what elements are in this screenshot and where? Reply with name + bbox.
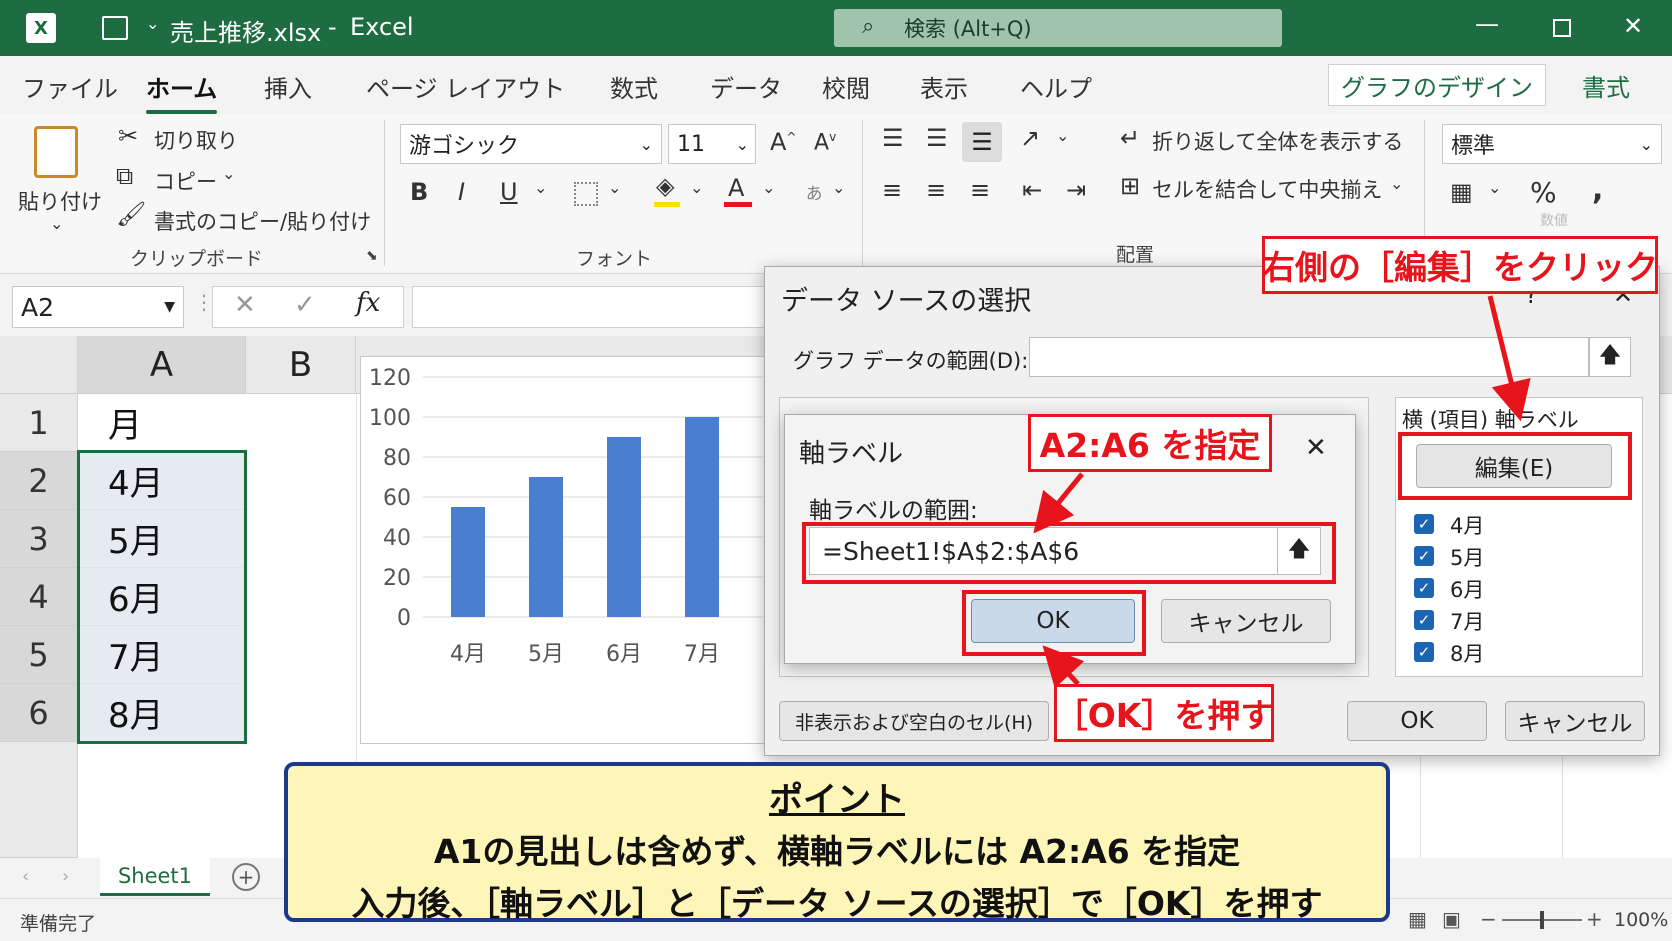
point-line2: 入力後、［軸ラベル］と［データ ソースの選択］で［OK］を押す xyxy=(351,884,1323,923)
normal-view-icon[interactable]: ▦ xyxy=(1408,907,1427,931)
add-sheet-icon[interactable]: + xyxy=(232,863,260,891)
next-sheet-icon[interactable]: › xyxy=(62,866,69,887)
page-layout-icon[interactable]: ▣ xyxy=(1442,907,1461,931)
arrow-to-edit xyxy=(1487,295,1531,422)
zoom-level[interactable]: 100% xyxy=(1614,909,1668,931)
arrow-to-ok xyxy=(1042,645,1085,689)
zoom-slider-thumb[interactable] xyxy=(1540,911,1544,929)
zoom-out-icon[interactable]: − xyxy=(1480,907,1497,931)
point-heading: ポイント xyxy=(769,780,905,820)
sheet-tab-label: Sheet1 xyxy=(117,863,193,888)
sheet-tab-sheet1[interactable]: Sheet1 xyxy=(100,858,210,896)
zoom-in-icon[interactable]: + xyxy=(1586,907,1603,931)
arrow-to-range xyxy=(1033,472,1084,534)
point-line1: A1の見出しは含めず、横軸ラベルには A2:A6 を指定 xyxy=(433,832,1241,871)
point-note: ポイント A1の見出しは含めず、横軸ラベルには A2:A6 を指定 入力後、［軸… xyxy=(284,762,1390,923)
status-ready: 準備完了 xyxy=(20,913,97,935)
prev-sheet-icon[interactable]: ‹ xyxy=(22,866,29,887)
